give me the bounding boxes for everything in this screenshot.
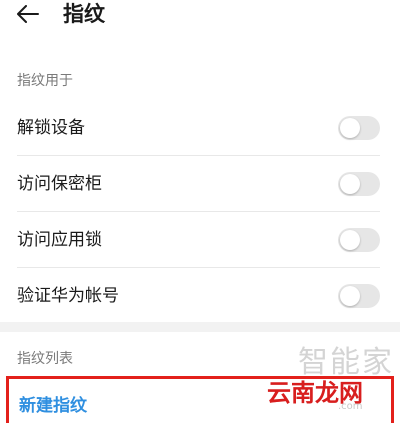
row-safe-access[interactable]: 访问保密柜	[0, 156, 400, 212]
header: 指纹	[0, 0, 400, 32]
back-button[interactable]	[14, 0, 42, 28]
row-label: 访问保密柜	[17, 174, 102, 194]
row-verify-account[interactable]: 验证华为帐号	[0, 268, 400, 324]
row-label: 解锁设备	[17, 118, 85, 138]
row-unlock-device[interactable]: 解锁设备	[0, 100, 400, 156]
toggle-knob	[340, 230, 360, 250]
page-title: 指纹	[63, 2, 105, 26]
app-lock-toggle[interactable]	[338, 228, 380, 252]
section-label-list: 指纹列表	[17, 351, 73, 367]
unlock-device-toggle[interactable]	[338, 116, 380, 140]
watermark-url: .com	[338, 401, 363, 412]
watermark-gray-text: 智能家	[298, 345, 394, 380]
section-separator	[0, 322, 400, 332]
toggle-knob	[340, 286, 360, 306]
row-label: 验证华为帐号	[17, 286, 119, 306]
toggle-knob	[340, 118, 360, 138]
new-fingerprint-label: 新建指纹	[19, 396, 87, 416]
row-app-lock[interactable]: 访问应用锁	[0, 212, 400, 268]
safe-access-toggle[interactable]	[338, 172, 380, 196]
section-label-usage: 指纹用于	[17, 73, 73, 89]
toggle-knob	[340, 174, 360, 194]
fingerprint-settings-screen: 指纹 指纹用于 解锁设备 访问保密柜 访问应用锁 验证华为帐号 指纹列表 智能家…	[0, 0, 400, 423]
verify-account-toggle[interactable]	[338, 284, 380, 308]
row-label: 访问应用锁	[17, 230, 102, 250]
arrow-left-icon	[17, 5, 39, 23]
